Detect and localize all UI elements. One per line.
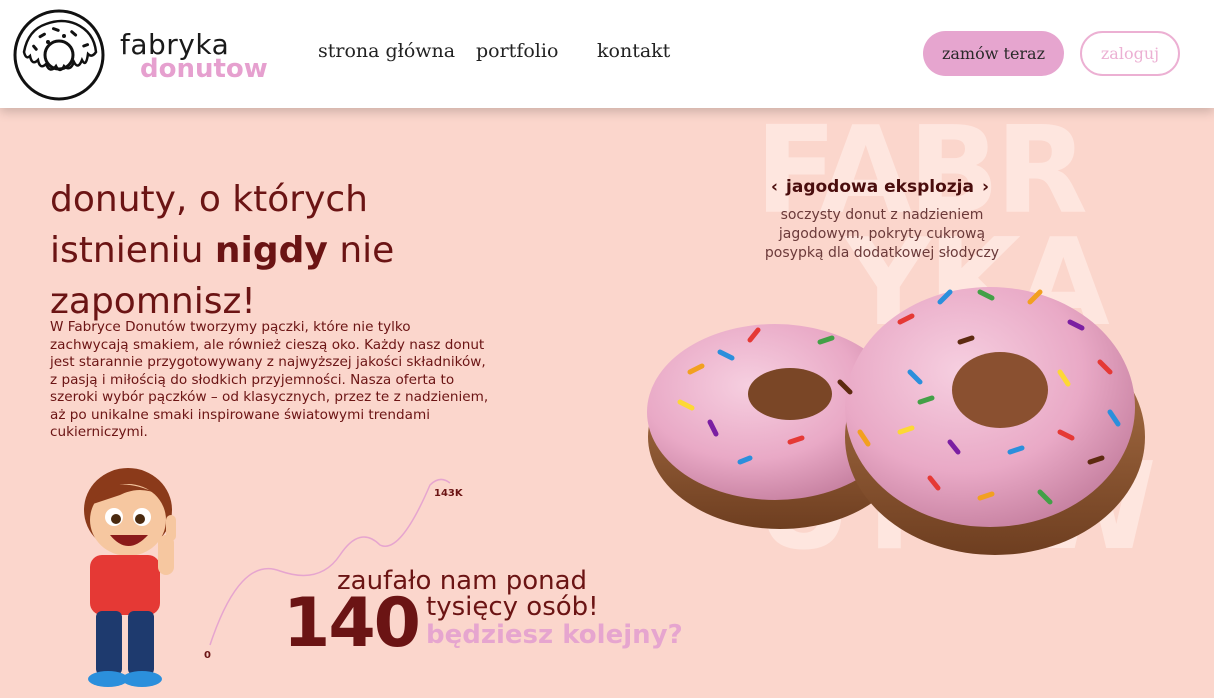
order-now-button[interactable]: zamów teraz	[923, 31, 1064, 76]
donut-logo-icon[interactable]	[12, 8, 106, 102]
brand-name-bottom: donutow	[140, 54, 268, 84]
nav-link-contact[interactable]: kontakt	[597, 40, 670, 62]
login-button[interactable]: zaloguj	[1080, 31, 1180, 76]
header: fabryka donutow strona główna portfolio …	[0, 0, 1214, 108]
growth-trend-line	[209, 478, 451, 646]
carousel-next-arrow-icon[interactable]: ›	[982, 177, 989, 197]
hero-title-bold: nigdy	[214, 230, 328, 271]
product-carousel-header: ‹ jagodowa eksplozja ›	[755, 177, 1005, 197]
happy-kid-illustration	[84, 468, 176, 687]
product-description: soczysty donut z nadzieniem jagodowym, p…	[764, 207, 1000, 261]
hero-description: W Fabryce Donutów tworzymy pączki, które…	[50, 319, 489, 440]
carousel-prev-arrow-icon[interactable]: ‹	[771, 177, 778, 197]
product-name: jagodowa eksplozja	[786, 177, 974, 197]
nav-link-portfolio[interactable]: portfolio	[476, 40, 558, 62]
nav-link-home[interactable]: strona główna	[318, 40, 455, 62]
donuts-image	[647, 287, 1145, 555]
hero-title: donuty, o których istnieniu nigdy nie za…	[50, 174, 470, 327]
